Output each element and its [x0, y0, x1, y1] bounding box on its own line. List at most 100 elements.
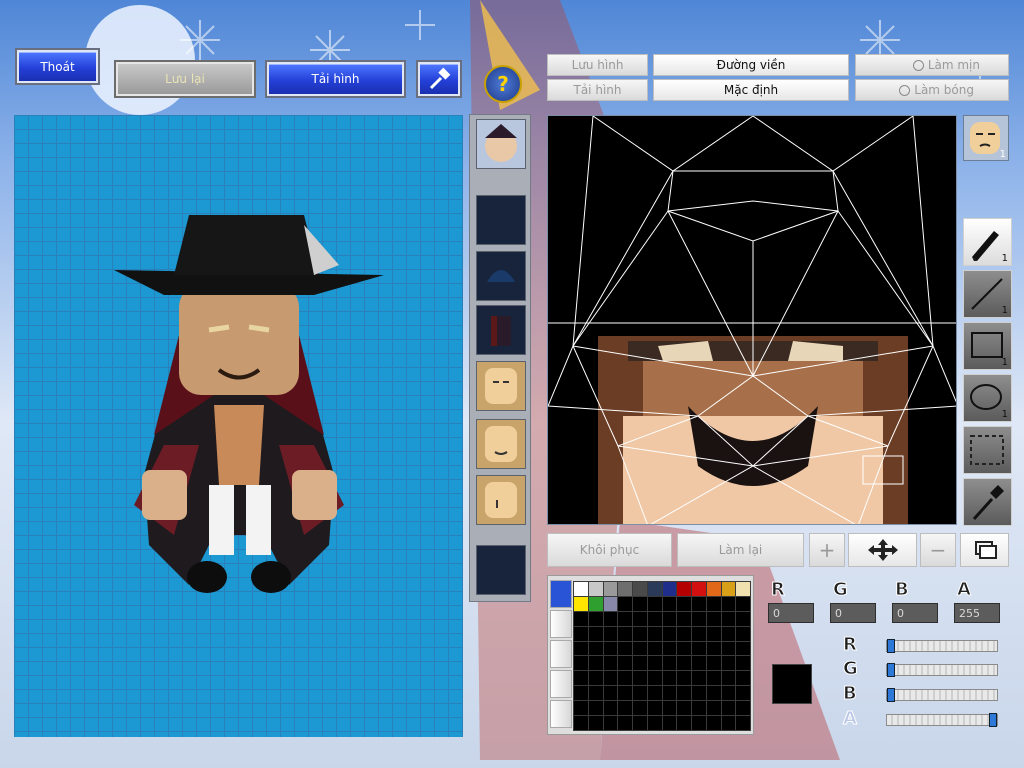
palette-color-cell[interactable] [632, 685, 648, 702]
palette-color-cell[interactable] [617, 581, 633, 597]
palette-tab-1[interactable] [550, 580, 572, 608]
palette-color-cell[interactable] [602, 700, 619, 717]
palette-color-cell[interactable] [720, 581, 737, 597]
zoom-out-button[interactable]: − [920, 533, 956, 567]
palette-color-cell[interactable] [691, 685, 707, 702]
palette-color-cell[interactable] [573, 715, 589, 731]
palette-color-cell[interactable] [573, 670, 589, 687]
hammer-button[interactable] [418, 62, 460, 96]
rectangle-tool[interactable]: 1 [963, 322, 1012, 370]
alpha-value-field[interactable]: 255 [954, 603, 1000, 623]
green-value-field[interactable]: 0 [830, 603, 876, 623]
palette-color-cell[interactable] [661, 625, 678, 642]
palette-color-cell[interactable] [705, 640, 722, 657]
palette-color-cell[interactable] [646, 595, 663, 612]
smooth-button[interactable]: Làm mịn [855, 54, 1009, 76]
palette-color-cell[interactable] [705, 610, 722, 627]
palette-color-cell[interactable] [691, 625, 707, 642]
palette-tab-4[interactable] [550, 670, 572, 698]
palette-color-cell[interactable] [705, 700, 722, 717]
palette-color-cell[interactable] [632, 700, 648, 717]
palette-color-cell[interactable] [602, 595, 619, 612]
texture-editor-canvas[interactable] [547, 115, 957, 525]
palette-color-cell[interactable] [646, 655, 663, 672]
palette-color-cell[interactable] [676, 685, 692, 702]
palette-color-cell[interactable] [573, 655, 589, 672]
blue-slider-knob[interactable] [887, 688, 895, 702]
palette-color-cell[interactable] [646, 625, 663, 642]
palette-color-cell[interactable] [602, 610, 619, 627]
palette-color-cell[interactable] [691, 700, 707, 717]
palette-color-cell[interactable] [691, 595, 707, 612]
palette-color-cell[interactable] [617, 715, 633, 731]
palette-color-cell[interactable] [705, 655, 722, 672]
palette-color-cell[interactable] [661, 581, 678, 597]
color-palette-grid[interactable] [573, 581, 751, 731]
palette-color-cell[interactable] [646, 581, 663, 597]
palette-color-cell[interactable] [602, 625, 619, 642]
palette-color-cell[interactable] [632, 670, 648, 687]
palette-color-cell[interactable] [617, 655, 633, 672]
part-slot-face-1[interactable] [476, 361, 526, 411]
palette-color-cell[interactable] [617, 610, 633, 627]
zoom-in-button[interactable]: + [809, 533, 845, 567]
palette-color-cell[interactable] [676, 715, 692, 731]
palette-color-cell[interactable] [617, 595, 633, 612]
part-slot-head[interactable] [476, 119, 526, 169]
blue-slider[interactable] [886, 688, 998, 702]
palette-color-cell[interactable] [691, 655, 707, 672]
palette-color-cell[interactable] [602, 685, 619, 702]
alpha-slider[interactable] [886, 713, 998, 727]
palette-color-cell[interactable] [691, 715, 707, 731]
blue-value-field[interactable]: 0 [892, 603, 938, 623]
palette-color-cell[interactable] [735, 595, 751, 612]
palette-color-cell[interactable] [602, 655, 619, 672]
palette-color-cell[interactable] [602, 640, 619, 657]
palette-color-cell[interactable] [602, 581, 619, 597]
palette-color-cell[interactable] [735, 670, 751, 687]
palette-color-cell[interactable] [587, 685, 604, 702]
palette-color-cell[interactable] [573, 610, 589, 627]
palette-color-cell[interactable] [705, 715, 722, 731]
palette-color-cell[interactable] [632, 595, 648, 612]
palette-color-cell[interactable] [573, 581, 589, 597]
palette-color-cell[interactable] [720, 685, 737, 702]
palette-color-cell[interactable] [587, 700, 604, 717]
move-button[interactable] [848, 533, 917, 567]
palette-color-cell[interactable] [705, 581, 722, 597]
palette-color-cell[interactable] [646, 610, 663, 627]
palette-color-cell[interactable] [661, 715, 678, 731]
palette-color-cell[interactable] [691, 581, 707, 597]
palette-color-cell[interactable] [676, 670, 692, 687]
palette-color-cell[interactable] [646, 700, 663, 717]
palette-tab-5[interactable] [550, 700, 572, 728]
palette-color-cell[interactable] [661, 700, 678, 717]
palette-color-cell[interactable] [632, 715, 648, 731]
palette-color-cell[interactable] [735, 700, 751, 717]
part-slot-body[interactable] [476, 305, 526, 355]
palette-color-cell[interactable] [587, 595, 604, 612]
palette-color-cell[interactable] [691, 670, 707, 687]
palette-color-cell[interactable] [661, 655, 678, 672]
palette-color-cell[interactable] [676, 610, 692, 627]
help-icon[interactable]: ? [484, 65, 522, 103]
outline-button[interactable]: Đường viền [653, 54, 849, 76]
part-slot-empty-1[interactable] [476, 195, 526, 245]
palette-color-cell[interactable] [632, 625, 648, 642]
palette-color-cell[interactable] [676, 655, 692, 672]
palette-color-cell[interactable] [587, 625, 604, 642]
palette-color-cell[interactable] [646, 640, 663, 657]
palette-color-cell[interactable] [587, 670, 604, 687]
palette-color-cell[interactable] [602, 715, 619, 731]
eyedropper-tool[interactable] [963, 478, 1012, 526]
palette-color-cell[interactable] [720, 655, 737, 672]
palette-color-cell[interactable] [705, 625, 722, 642]
part-slot-helmet[interactable] [476, 251, 526, 301]
palette-color-cell[interactable] [735, 640, 751, 657]
load-image-button[interactable]: Tải hình [547, 79, 648, 101]
palette-color-cell[interactable] [646, 715, 663, 731]
palette-color-cell[interactable] [705, 685, 722, 702]
palette-color-cell[interactable] [573, 595, 589, 612]
redo-button[interactable]: Làm lại [677, 533, 804, 567]
palette-color-cell[interactable] [617, 670, 633, 687]
